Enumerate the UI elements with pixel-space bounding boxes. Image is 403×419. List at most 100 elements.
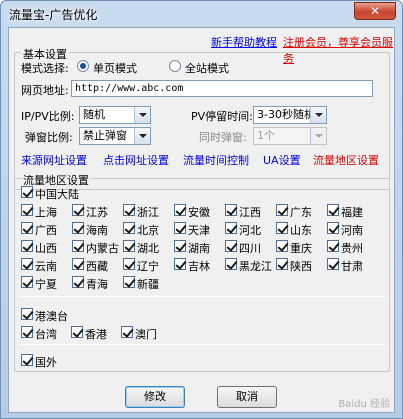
radio-full-site[interactable] — [169, 60, 181, 72]
radio-single-page[interactable] — [77, 60, 89, 72]
province-checkbox[interactable] — [123, 258, 135, 270]
province-label[interactable]: 上海 — [35, 204, 57, 220]
province-label[interactable]: 浙江 — [137, 204, 159, 220]
province-checkbox[interactable] — [174, 240, 186, 252]
popup-ratio-select[interactable]: 禁止弹窗 — [79, 127, 151, 145]
province-checkbox[interactable] — [21, 240, 33, 252]
province-checkbox[interactable] — [123, 222, 135, 234]
province-label[interactable]: 辽宁 — [137, 258, 159, 274]
abroad-label[interactable]: 国外 — [35, 354, 57, 370]
source-url-settings-link[interactable]: 来源网址设置 — [21, 152, 87, 168]
province-checkbox[interactable] — [72, 258, 84, 270]
hmt-item-label[interactable]: 香港 — [85, 326, 107, 342]
province-checkbox[interactable] — [174, 204, 186, 216]
province-label[interactable]: 青海 — [86, 276, 108, 292]
province-checkbox[interactable] — [21, 276, 33, 288]
stay-time-select[interactable]: 3-30秒随机 — [253, 106, 327, 124]
province-label[interactable]: 黑龙江 — [239, 258, 272, 274]
province-checkbox[interactable] — [276, 258, 288, 270]
province-label[interactable]: 西藏 — [86, 258, 108, 274]
province-checkbox[interactable] — [72, 204, 84, 216]
province-label[interactable]: 甘肃 — [341, 258, 363, 274]
help-tutorial-link[interactable]: 新手帮助教程 — [211, 34, 277, 50]
province-checkbox[interactable] — [72, 276, 84, 288]
chevron-down-icon — [134, 128, 150, 144]
concurrent-popup-select: 1个 — [253, 127, 327, 145]
traffic-region-settings-link[interactable]: 流量地区设置 — [313, 152, 379, 168]
watermark: Baidu 经验 — [338, 399, 390, 410]
province-checkbox[interactable] — [21, 204, 33, 216]
province-checkbox[interactable] — [276, 240, 288, 252]
province-label[interactable]: 内蒙古 — [86, 240, 119, 256]
province-checkbox[interactable] — [72, 240, 84, 252]
province-label[interactable]: 河南 — [341, 222, 363, 238]
province-label[interactable]: 江西 — [239, 204, 261, 220]
hmt-label[interactable]: 港澳台 — [35, 308, 68, 324]
province-label[interactable]: 四川 — [239, 240, 261, 256]
province-label[interactable]: 天津 — [188, 222, 210, 238]
chevron-down-icon — [310, 128, 326, 144]
province-label[interactable]: 新疆 — [137, 276, 159, 292]
single-page-label[interactable]: 单页模式 — [93, 60, 137, 76]
province-checkbox[interactable] — [327, 258, 339, 270]
province-label[interactable]: 北京 — [137, 222, 159, 238]
province-label[interactable]: 湖北 — [137, 240, 159, 256]
province-label[interactable]: 福建 — [341, 204, 363, 220]
province-label[interactable]: 陕西 — [290, 258, 312, 274]
province-label[interactable]: 河北 — [239, 222, 261, 238]
full-site-label[interactable]: 全站模式 — [185, 60, 229, 76]
province-checkbox[interactable] — [225, 204, 237, 216]
close-button[interactable]: ✕ — [354, 2, 396, 20]
url-input[interactable]: http://www.abc.com — [71, 80, 373, 97]
ippv-select[interactable]: 随机 — [79, 106, 151, 124]
province-label[interactable]: 广西 — [35, 222, 57, 238]
hmt-item-label[interactable]: 台湾 — [35, 326, 57, 342]
app-window: 流量宝-广告优化 ✕ 新手帮助教程 注册会员，尊享会员服务 基本设置 模式选择:… — [0, 0, 403, 419]
province-label[interactable]: 宁夏 — [35, 276, 57, 292]
province-checkbox[interactable] — [123, 204, 135, 216]
modify-button[interactable]: 修改 — [125, 386, 185, 408]
mainland-label[interactable]: 中国大陆 — [35, 186, 79, 202]
province-label[interactable]: 广东 — [290, 204, 312, 220]
province-checkbox[interactable] — [276, 204, 288, 216]
province-checkbox[interactable] — [174, 222, 186, 234]
province-checkbox[interactable] — [123, 276, 135, 288]
hmt-item-checkbox[interactable] — [71, 326, 83, 338]
province-label[interactable]: 吉林 — [188, 258, 210, 274]
province-label[interactable]: 重庆 — [290, 240, 312, 256]
province-label[interactable]: 山东 — [290, 222, 312, 238]
client-area: 新手帮助教程 注册会员，尊享会员服务 基本设置 模式选择: 单页模式 全站模式 … — [8, 27, 395, 413]
province-checkbox[interactable] — [123, 240, 135, 252]
province-label[interactable]: 江苏 — [86, 204, 108, 220]
popup-ratio-value: 禁止弹窗 — [83, 129, 127, 142]
province-checkbox[interactable] — [225, 240, 237, 252]
province-checkbox[interactable] — [174, 258, 186, 270]
province-checkbox[interactable] — [327, 222, 339, 234]
province-label[interactable]: 海南 — [86, 222, 108, 238]
hmt-item-label[interactable]: 澳门 — [135, 326, 157, 342]
cancel-button[interactable]: 取消 — [217, 386, 277, 408]
hmt-item-checkbox[interactable] — [21, 326, 33, 338]
click-url-settings-link[interactable]: 点击网址设置 — [103, 152, 169, 168]
province-checkbox[interactable] — [225, 258, 237, 270]
region-divider — [19, 296, 385, 297]
province-checkbox[interactable] — [327, 204, 339, 216]
province-label[interactable]: 贵州 — [341, 240, 363, 256]
hmt-checkbox[interactable] — [21, 308, 33, 320]
province-checkbox[interactable] — [72, 222, 84, 234]
province-label[interactable]: 山西 — [35, 240, 57, 256]
province-checkbox[interactable] — [276, 222, 288, 234]
hmt-item-checkbox[interactable] — [121, 326, 133, 338]
province-checkbox[interactable] — [21, 258, 33, 270]
province-label[interactable]: 安徽 — [188, 204, 210, 220]
province-label[interactable]: 湖南 — [188, 240, 210, 256]
mode-label: 模式选择: — [21, 62, 69, 75]
traffic-time-control-link[interactable]: 流量时间控制 — [183, 152, 249, 168]
province-checkbox[interactable] — [327, 240, 339, 252]
province-checkbox[interactable] — [225, 222, 237, 234]
ua-settings-link[interactable]: UA设置 — [263, 152, 301, 168]
mainland-checkbox[interactable] — [21, 186, 33, 198]
abroad-checkbox[interactable] — [21, 354, 33, 366]
province-label[interactable]: 云南 — [35, 258, 57, 274]
province-checkbox[interactable] — [21, 222, 33, 234]
